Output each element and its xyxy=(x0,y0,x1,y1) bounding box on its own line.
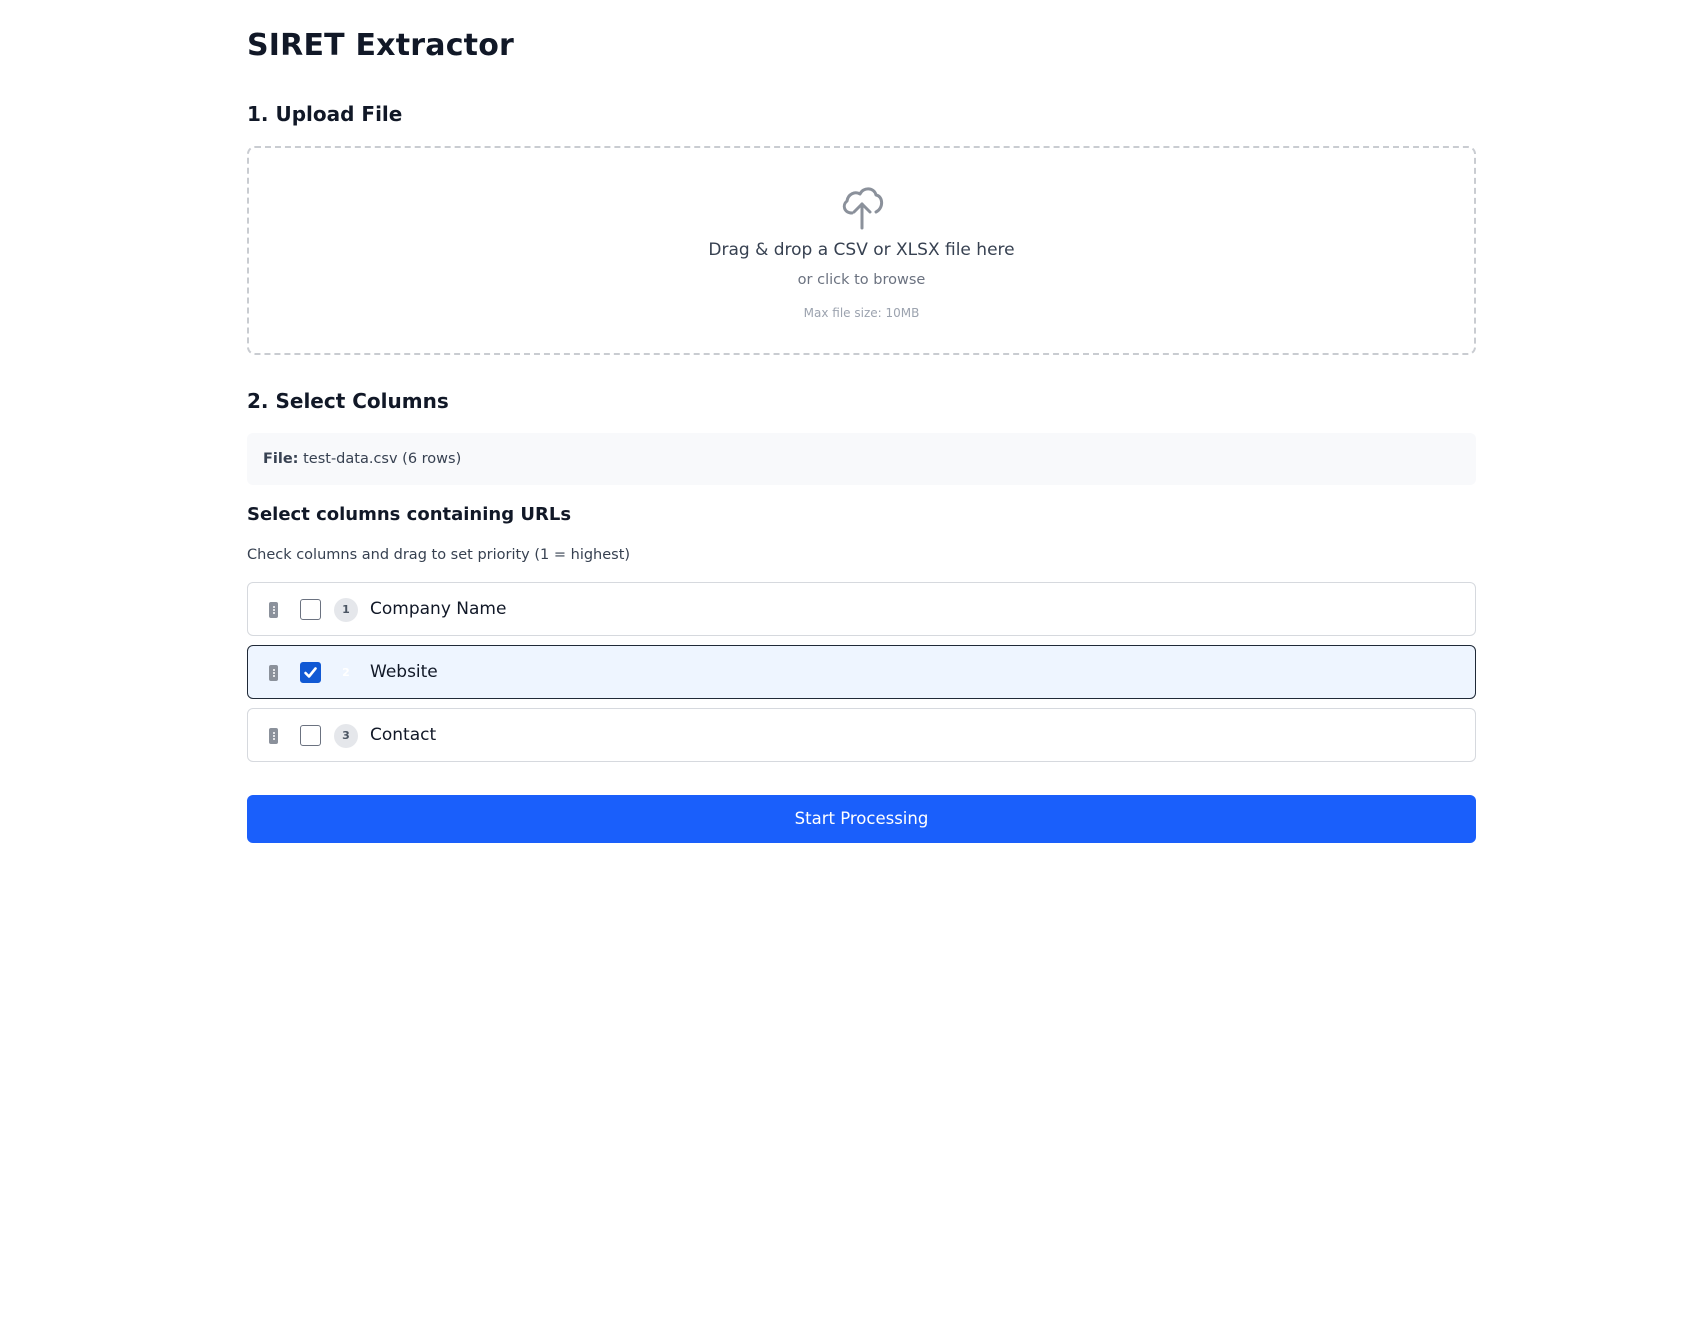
dropzone-browse-text[interactable]: or click to browse xyxy=(249,272,1474,288)
drag-handle-icon[interactable] xyxy=(269,728,278,744)
column-row-website[interactable]: 2 Website xyxy=(247,645,1476,699)
column-row-contact[interactable]: 3 Contact xyxy=(247,708,1476,762)
column-checkbox[interactable] xyxy=(300,599,321,620)
column-checkbox[interactable] xyxy=(300,725,321,746)
start-processing-button[interactable]: Start Processing xyxy=(247,795,1476,843)
cloud-upload-icon xyxy=(842,187,883,230)
page-title: SIRET Extractor xyxy=(247,28,515,63)
drag-handle-icon[interactable] xyxy=(269,602,278,618)
priority-help-text: Check columns and drag to set priority (… xyxy=(247,547,631,563)
priority-badge: 3 xyxy=(334,724,358,748)
column-row-company-name[interactable]: 1 Company Name xyxy=(247,582,1476,636)
file-label: File: xyxy=(263,451,299,467)
column-label: Website xyxy=(370,662,438,682)
dropzone-size-note: Max file size: 10MB xyxy=(803,306,920,320)
column-label: Company Name xyxy=(370,599,507,619)
checkmark-icon xyxy=(304,667,317,678)
priority-badge: 1 xyxy=(334,598,358,622)
column-label: Contact xyxy=(370,725,437,745)
column-checkbox[interactable] xyxy=(300,662,321,683)
file-name: test-data.csv (6 rows) xyxy=(303,451,462,467)
select-columns-heading: 2. Select Columns xyxy=(247,389,449,413)
url-columns-subheading: Select columns containing URLs xyxy=(247,504,572,525)
upload-heading: 1. Upload File xyxy=(247,102,403,126)
dropzone-main-text: Drag & drop a CSV or XLSX file here xyxy=(708,240,1015,260)
drag-handle-icon[interactable] xyxy=(269,665,278,681)
priority-badge: 2 xyxy=(342,666,350,679)
file-info: File: test-data.csv (6 rows) xyxy=(247,433,1476,485)
file-dropzone[interactable]: Drag & drop a CSV or XLSX file here or c… xyxy=(247,146,1476,355)
